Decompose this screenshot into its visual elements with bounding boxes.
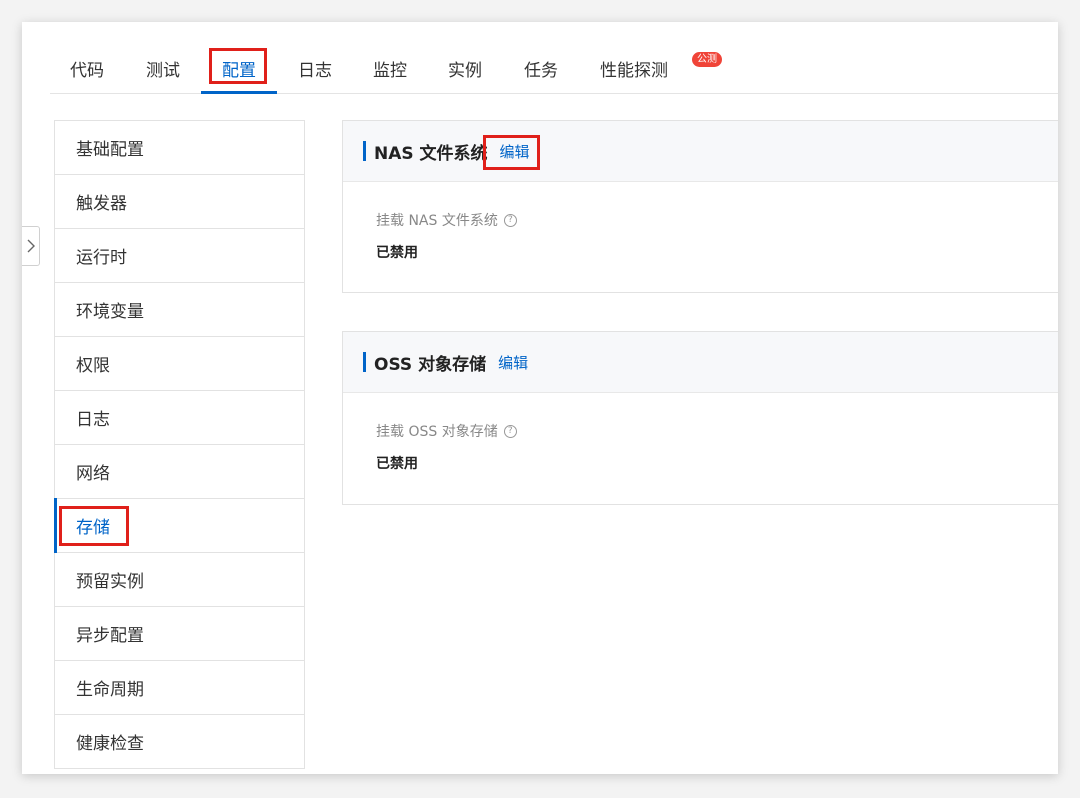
sidebar-item-label: 存储: [76, 518, 110, 538]
sidebar-item-basic-config[interactable]: 基础配置: [55, 121, 304, 175]
sidebar-item-label: 运行时: [76, 248, 127, 268]
nas-card-body: 挂载 NAS 文件系统 ? 已禁用: [343, 182, 1058, 262]
console-window: 代码 测试 配置 日志 监控 实例 任务 性能探测 公测 基础配置 触发器 运行…: [22, 22, 1058, 774]
tab-monitor[interactable]: 监控: [373, 56, 407, 94]
sidebar-item-logs[interactable]: 日志: [55, 391, 304, 445]
oss-mount-field-label: 挂载 OSS 对象存储 ?: [376, 421, 1058, 441]
oss-card: OSS 对象存储 编辑 挂载 OSS 对象存储 ? 已禁用: [342, 331, 1058, 505]
nas-card-header: NAS 文件系统 编辑: [343, 121, 1058, 182]
oss-mount-label-text: 挂载 OSS 对象存储: [376, 424, 498, 440]
section-accent-bar: [363, 141, 366, 161]
sidebar-collapse-handle[interactable]: [22, 226, 40, 266]
tab-logs[interactable]: 日志: [298, 56, 332, 94]
sidebar-item-runtime[interactable]: 运行时: [55, 229, 304, 283]
nas-mount-label-text: 挂载 NAS 文件系统: [376, 213, 498, 229]
nas-card: NAS 文件系统 编辑 挂载 NAS 文件系统 ? 已禁用: [342, 120, 1058, 293]
sidebar-item-label: 网络: [76, 464, 110, 484]
sidebar-item-label: 基础配置: [76, 140, 144, 160]
sidebar-item-network[interactable]: 网络: [55, 445, 304, 499]
sidebar-item-async-config[interactable]: 异步配置: [55, 607, 304, 661]
sidebar-item-label: 生命周期: [76, 680, 144, 700]
tab-bar: 代码 测试 配置 日志 监控 实例 任务 性能探测 公测: [50, 22, 1058, 94]
sidebar-item-label: 异步配置: [76, 626, 144, 646]
sidebar-item-label: 预留实例: [76, 572, 144, 592]
beta-badge: 公测: [692, 52, 722, 67]
config-sidebar: 基础配置 触发器 运行时 环境变量 权限 日志 网络 存储 预留实例 异步配置 …: [54, 120, 305, 769]
sidebar-item-health-check[interactable]: 健康检查: [55, 715, 304, 769]
oss-card-title: OSS 对象存储: [374, 354, 487, 375]
sidebar-item-label: 日志: [76, 410, 110, 430]
sidebar-item-label: 触发器: [76, 194, 127, 214]
nas-mount-field-label: 挂载 NAS 文件系统 ?: [376, 210, 1058, 230]
oss-card-body: 挂载 OSS 对象存储 ? 已禁用: [343, 393, 1058, 473]
nas-mount-status: 已禁用: [376, 245, 418, 261]
sidebar-item-lifecycle[interactable]: 生命周期: [55, 661, 304, 715]
oss-card-header: OSS 对象存储 编辑: [343, 332, 1058, 393]
sidebar-item-label: 权限: [76, 356, 110, 376]
nas-edit-link[interactable]: 编辑: [500, 141, 530, 162]
sidebar-item-permissions[interactable]: 权限: [55, 337, 304, 391]
question-circle-icon[interactable]: ?: [503, 424, 517, 438]
active-tab-underline: [201, 91, 277, 94]
sidebar-item-label: 健康检查: [76, 734, 144, 754]
sidebar-item-storage[interactable]: 存储: [54, 498, 304, 553]
tab-test[interactable]: 测试: [146, 56, 180, 94]
nas-card-title: NAS 文件系统: [374, 143, 488, 164]
sidebar-item-triggers[interactable]: 触发器: [55, 175, 304, 229]
tab-performance-probe[interactable]: 性能探测: [600, 56, 668, 94]
sidebar-item-provisioned-instances[interactable]: 预留实例: [55, 553, 304, 607]
oss-mount-status: 已禁用: [376, 456, 418, 472]
question-circle-icon[interactable]: ?: [503, 213, 517, 227]
section-accent-bar: [363, 352, 366, 372]
oss-edit-link[interactable]: 编辑: [498, 352, 528, 373]
tab-instances[interactable]: 实例: [448, 56, 482, 94]
sidebar-item-label: 环境变量: [76, 302, 144, 322]
tab-tasks[interactable]: 任务: [524, 56, 558, 94]
sidebar-item-env-vars[interactable]: 环境变量: [55, 283, 304, 337]
tab-config[interactable]: 配置: [222, 56, 256, 94]
chevron-right-icon: [27, 239, 35, 253]
tab-code[interactable]: 代码: [70, 56, 104, 94]
